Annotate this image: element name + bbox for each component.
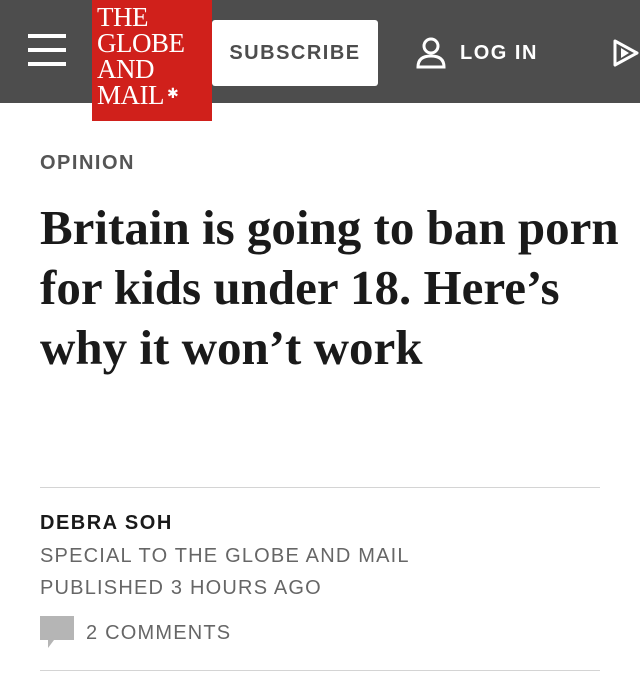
logo-line-4: MAIL bbox=[97, 80, 165, 110]
published-time: PUBLISHED 3 HOURS AGO bbox=[40, 577, 322, 599]
play-icon[interactable] bbox=[612, 38, 640, 68]
logo-line-3: AND bbox=[97, 54, 155, 84]
logo-line-1: THE bbox=[97, 2, 148, 32]
section-kicker[interactable]: OPINION bbox=[40, 152, 135, 175]
comments-count: 2 COMMENTS bbox=[86, 621, 232, 644]
logo[interactable]: THE GLOBE AND MAIL ✱ bbox=[92, 0, 212, 121]
subscribe-button[interactable]: SUBSCRIBE bbox=[212, 20, 378, 86]
author-affiliation: SPECIAL TO THE GLOBE AND MAIL bbox=[40, 545, 410, 567]
hamburger-menu-icon[interactable] bbox=[28, 34, 66, 70]
top-bar: THE GLOBE AND MAIL ✱ SUBSCRIBE LOG IN bbox=[0, 0, 640, 121]
logo-line-2: GLOBE bbox=[97, 28, 185, 58]
user-icon bbox=[416, 37, 446, 69]
divider-bottom bbox=[40, 670, 600, 671]
maple-leaf-icon: ✱ bbox=[167, 87, 179, 102]
comment-icon bbox=[40, 616, 74, 648]
logo-line-4-wrap: MAIL ✱ bbox=[97, 80, 212, 110]
login-button[interactable]: LOG IN bbox=[416, 34, 538, 72]
login-label: LOG IN bbox=[460, 41, 538, 64]
author-name[interactable]: DEBRA SOH bbox=[40, 512, 173, 535]
article-headline: Britain is going to ban porn for kids un… bbox=[40, 200, 619, 375]
comments-link[interactable]: 2 COMMENTS bbox=[40, 616, 231, 650]
divider-top bbox=[40, 487, 600, 488]
